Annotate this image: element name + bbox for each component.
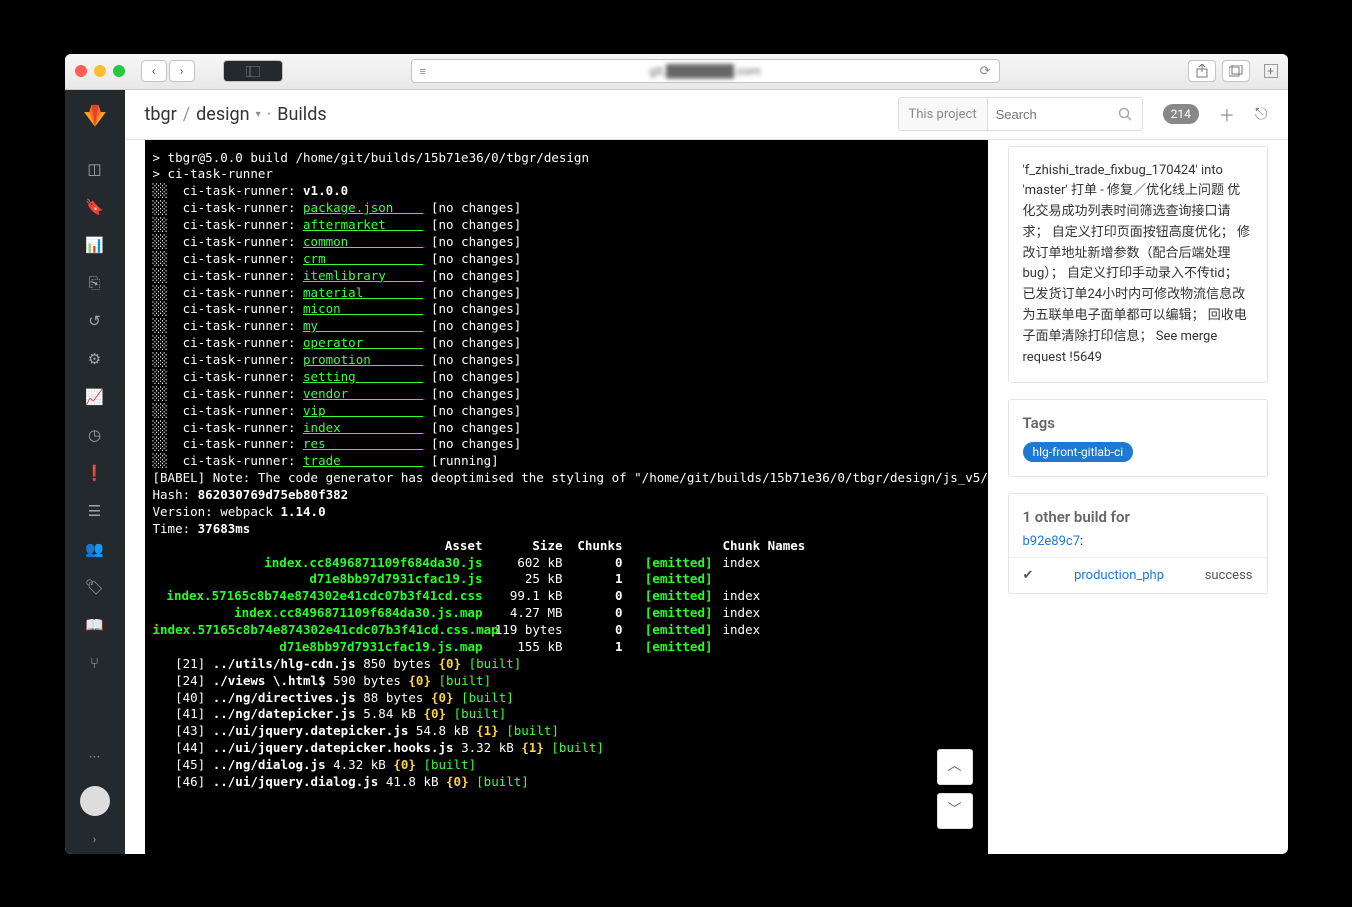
sidebar-item-wiki[interactable]: 📖 (65, 606, 125, 644)
forward-button[interactable]: › (169, 60, 195, 82)
sidebar-item-pipelines[interactable]: ⎘ (65, 264, 125, 302)
commit-sha-link[interactable]: b92e89c7 (1023, 534, 1081, 549)
scroll-controls: ︿ ﹀ (937, 749, 973, 829)
scroll-top-button[interactable]: ︿ (937, 749, 973, 785)
check-icon: ✔ (1023, 568, 1034, 583)
tags-panel: Tags hlg-front-gitlab-ci (1008, 399, 1268, 477)
other-build-name: production_php (1045, 568, 1192, 583)
other-builds-panel: 1 other build for b92e89c7: ✔ production… (1008, 493, 1268, 594)
side-nav: ◫ 🔖 📊 ⎘ ↺ ⚙ 📈 ◷ ❗ ☰ 👥 🏷 📖 ⑂ (65, 140, 125, 682)
traffic-lights (75, 65, 125, 77)
todos-counter[interactable]: 214 (1163, 104, 1199, 124)
sidebar-item-graphs[interactable]: 📈 (65, 378, 125, 416)
reader-icon: ≡ (420, 65, 426, 78)
browser-window: ‹ › ≡ git.████████.com ⟳ + ◫ (65, 54, 1288, 854)
sidebar-item-more[interactable]: ··· (65, 738, 125, 776)
url-text: git.████████.com (649, 64, 761, 78)
page-title: Builds (277, 104, 326, 125)
sidebar-item-issues[interactable]: ❗ (65, 454, 125, 492)
show-sidebar-button[interactable] (223, 60, 283, 82)
sidebar-item-environments[interactable]: ☰ (65, 492, 125, 530)
sidebar-item-repo[interactable]: 🔖 (65, 188, 125, 226)
tags-title: Tags (1009, 400, 1267, 436)
share-button[interactable] (1188, 60, 1216, 82)
chevron-down-icon[interactable]: ▾ (256, 109, 261, 120)
build-log-terminal[interactable]: > tbgr@5.0.0 build /home/git/builds/15b7… (145, 140, 988, 854)
topbar: tbgr / design ▾ · Builds This project 21… (125, 90, 1288, 140)
breadcrumb-group[interactable]: tbgr (145, 104, 177, 125)
search-icon[interactable] (1108, 98, 1142, 130)
search-group: This project (898, 97, 1143, 131)
maximize-window-button[interactable] (113, 65, 125, 77)
other-build-status: success (1205, 568, 1253, 583)
sidebar-collapse-button[interactable]: › (65, 826, 125, 854)
signout-icon[interactable]: ⎋ (1255, 104, 1268, 124)
app: ◫ 🔖 📊 ⎘ ↺ ⚙ 📈 ◷ ❗ ☰ 👥 🏷 📖 ⑂ ··· › (65, 90, 1288, 854)
url-bar[interactable]: ≡ git.████████.com ⟳ (411, 59, 1000, 83)
minimize-window-button[interactable] (94, 65, 106, 77)
scroll-bottom-button[interactable]: ﹀ (937, 793, 973, 829)
sidebar-item-activity[interactable]: 📊 (65, 226, 125, 264)
close-window-button[interactable] (75, 65, 87, 77)
breadcrumb: tbgr / design ▾ · Builds (145, 104, 327, 125)
sidebar-item-builds[interactable]: ⚙ (65, 340, 125, 378)
sidebar: ◫ 🔖 📊 ⎘ ↺ ⚙ 📈 ◷ ❗ ☰ 👥 🏷 📖 ⑂ ··· › (65, 90, 125, 854)
nav-buttons: ‹ › (141, 60, 195, 82)
main: tbgr / design ▾ · Builds This project 21… (125, 90, 1288, 854)
tabs-button[interactable] (1222, 60, 1250, 82)
sidebar-item-history[interactable]: ↺ (65, 302, 125, 340)
other-build-row[interactable]: ✔ production_php success (1009, 557, 1267, 593)
sidebar-item-project[interactable]: ◫ (65, 150, 125, 188)
tag-pill[interactable]: hlg-front-gitlab-ci (1023, 442, 1134, 462)
chrome-right-tools: + (1188, 60, 1278, 82)
back-button[interactable]: ‹ (141, 60, 167, 82)
search-scope[interactable]: This project (899, 98, 988, 130)
new-tab-button[interactable]: + (1264, 64, 1278, 78)
gitlab-logo[interactable] (65, 90, 125, 140)
sidebar-item-fork[interactable]: ⑂ (65, 644, 125, 682)
reload-icon[interactable]: ⟳ (980, 64, 991, 79)
content: > tbgr@5.0.0 build /home/git/builds/15b7… (125, 140, 1288, 854)
plus-icon[interactable]: ＋ (1219, 102, 1235, 126)
search-input[interactable] (988, 98, 1108, 130)
sidebar-item-labels[interactable]: 🏷 (65, 568, 125, 606)
breadcrumb-project[interactable]: design (196, 104, 249, 125)
other-builds-title: 1 other build for (1009, 494, 1267, 534)
user-avatar[interactable] (80, 786, 110, 816)
commit-message-panel: 'f_zhishi_trade_fixbug_170424' into 'mas… (1008, 146, 1268, 384)
commit-message: 'f_zhishi_trade_fixbug_170424' into 'mas… (1009, 147, 1267, 383)
sidebar-item-members[interactable]: 👥 (65, 530, 125, 568)
browser-chrome: ‹ › ≡ git.████████.com ⟳ + (65, 54, 1288, 90)
sidebar-item-schedules[interactable]: ◷ (65, 416, 125, 454)
right-column: 'f_zhishi_trade_fixbug_170424' into 'mas… (1008, 140, 1268, 854)
